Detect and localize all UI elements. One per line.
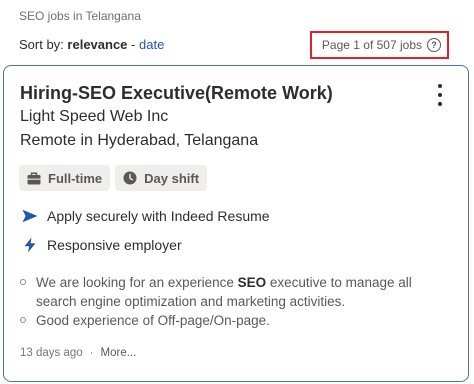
job-tags: Full-time Day shift (19, 165, 208, 191)
sort-active-option: relevance (67, 37, 128, 52)
job-snippet: We are looking for an experience SEO exe… (20, 273, 450, 330)
sort-date-link[interactable]: date (139, 37, 164, 52)
tag-full-time: Full-time (19, 165, 111, 191)
feature-easy-apply: Apply securely with Indeed Resume (22, 208, 270, 224)
sort-separator: - (131, 37, 136, 52)
more-options-icon[interactable] (432, 84, 448, 106)
sort-label: Sort by: (19, 37, 64, 52)
bullet-icon (20, 279, 26, 285)
job-card[interactable]: Hiring-SEO Executive(Remote Work) Light … (3, 65, 469, 382)
briefcase-icon (27, 171, 41, 184)
breadcrumb: SEO jobs in Telangana (19, 9, 141, 23)
sort-bar: Sort by: relevance - date (19, 37, 164, 52)
bullet-icon (20, 317, 26, 323)
feature-label: Apply securely with Indeed Resume (47, 208, 270, 224)
feature-label: Responsive employer (47, 237, 182, 253)
job-footer: 13 days ago · More... (20, 347, 136, 359)
tag-label: Full-time (48, 170, 103, 186)
clock-icon (123, 171, 137, 185)
page-count-text: Page 1 of 507 jobs (321, 38, 422, 52)
job-location: Remote in Hyderabad, Telangana (20, 132, 259, 149)
footer-separator: · (89, 347, 94, 359)
company-name: Light Speed Web Inc (20, 108, 169, 125)
tag-day-shift: Day shift (115, 165, 208, 191)
lightning-icon (24, 237, 36, 253)
send-arrow-icon (22, 209, 38, 223)
snippet-item: We are looking for an experience SEO exe… (20, 273, 450, 311)
feature-responsive-employer: Responsive employer (22, 237, 182, 253)
question-circle-icon[interactable]: ? (427, 38, 441, 52)
more-link[interactable]: More... (101, 347, 137, 359)
tag-label: Day shift (144, 170, 200, 186)
page-count: Page 1 of 507 jobs ? (310, 31, 449, 59)
job-title[interactable]: Hiring-SEO Executive(Remote Work) (20, 83, 333, 104)
snippet-item: Good experience of Off-page/On-page. (20, 311, 450, 330)
posted-date: 13 days ago (20, 347, 83, 359)
